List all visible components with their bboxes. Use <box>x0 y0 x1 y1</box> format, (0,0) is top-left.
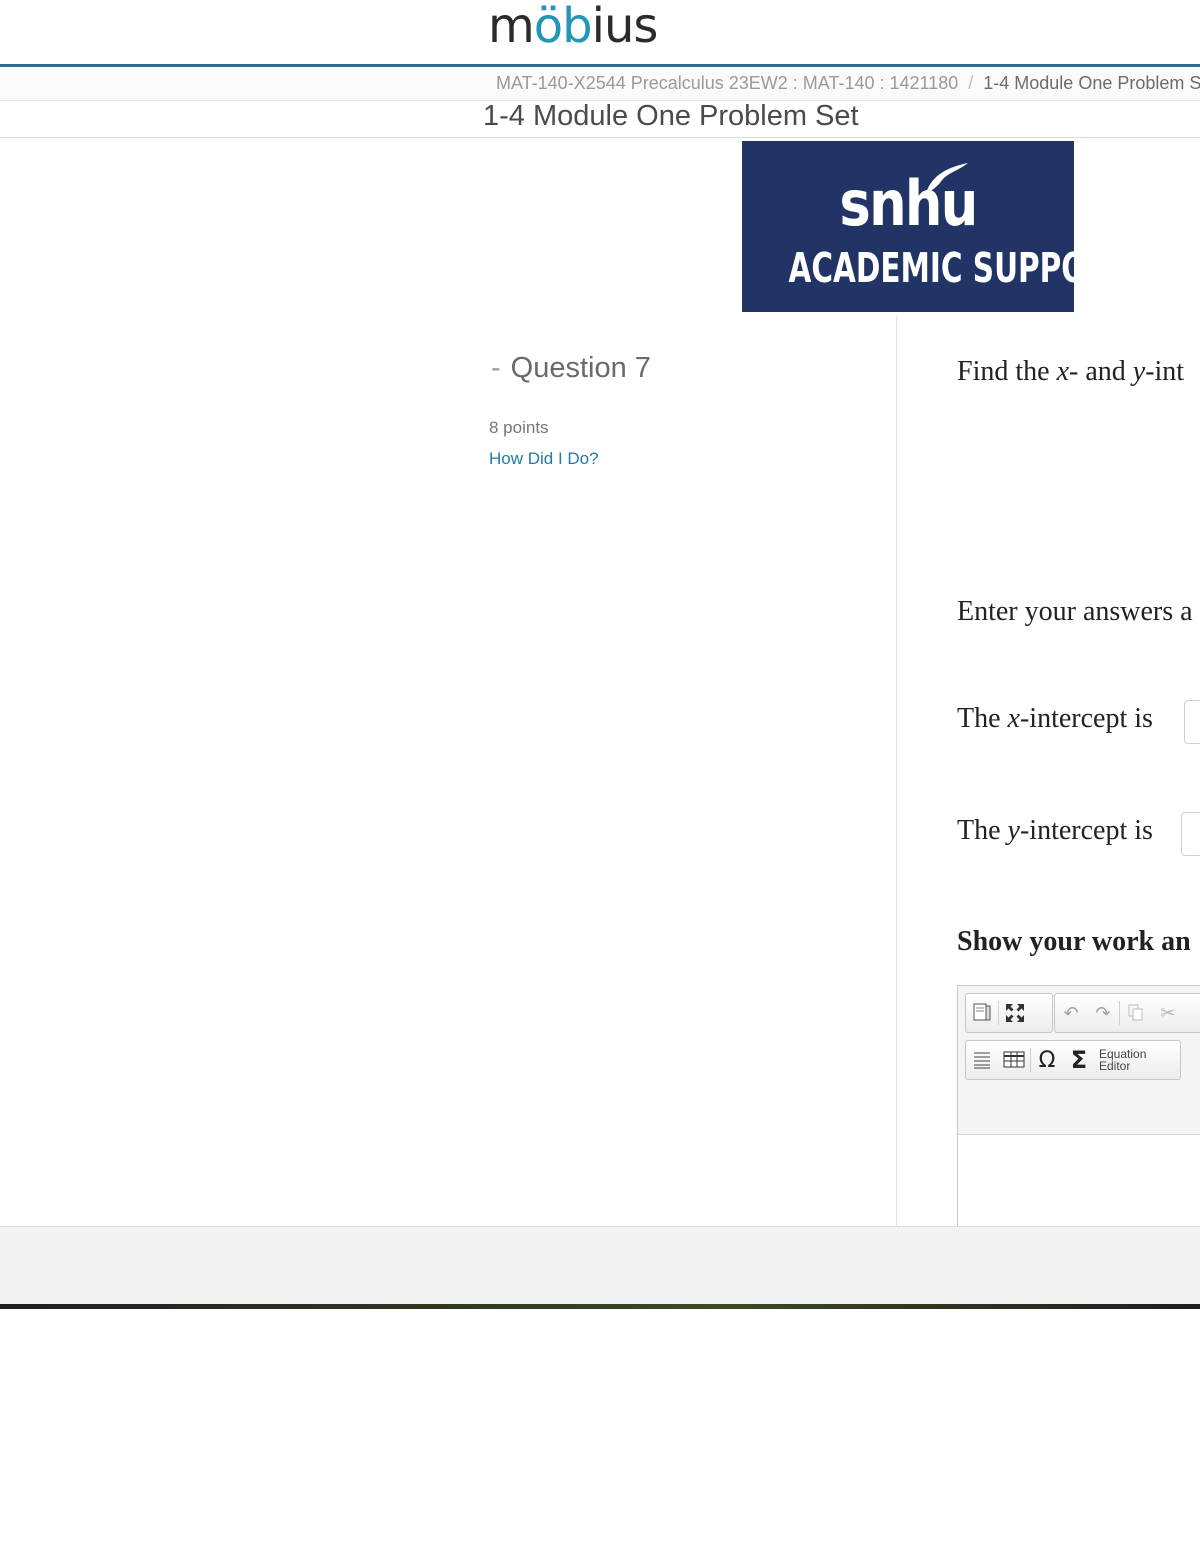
academic-support-label: ACADEMIC SUPPORT <box>788 244 1128 292</box>
maximize-icon[interactable] <box>999 997 1031 1029</box>
x-intercept-label: The x-intercept is <box>957 703 1153 734</box>
question-label: Question 7 <box>510 352 651 384</box>
breadcrumb-separator: / <box>968 73 974 93</box>
y-intercept-label: The y-intercept is <box>957 815 1153 846</box>
title-divider <box>0 137 1200 138</box>
justify-icon[interactable] <box>966 1044 998 1076</box>
cut-icon[interactable]: ✂ <box>1152 997 1184 1029</box>
snhu-wordmark: snhu <box>839 167 978 240</box>
snhu-academic-support-banner[interactable]: snhu ACADEMIC SUPPORT <box>742 141 1128 312</box>
points-value: 8 points <box>489 418 549 437</box>
leaf-icon <box>926 163 968 193</box>
question-prompt: Find the x- and y-int <box>957 356 1185 387</box>
toolbar-group-insert: Ω Σ Equation Editor <box>965 1040 1181 1080</box>
mobius-logo: möbius <box>488 0 658 54</box>
y-intercept-input[interactable] <box>1181 812 1200 856</box>
column-divider <box>896 316 897 1226</box>
show-work-label: Show your work an <box>957 926 1191 957</box>
source-icon[interactable] <box>966 997 998 1029</box>
sigma-icon[interactable]: Σ <box>1063 1044 1095 1076</box>
undo-icon[interactable]: ↶ <box>1055 997 1087 1029</box>
breadcrumb: MAT-140-X2544 Precalculus 23EW2 : MAT-14… <box>496 73 1200 94</box>
page-title: 1-4 Module One Problem Set <box>483 100 859 132</box>
toolbar-group-clipboard: ↶ ↷ ✂ <box>1054 993 1200 1033</box>
answer-instructions: Enter your answers a <box>957 596 1193 627</box>
breadcrumb-current: 1-4 Module One Problem Se <box>983 73 1200 93</box>
x-intercept-input[interactable] <box>1184 700 1200 744</box>
question-header[interactable]: - Question 7 <box>491 352 651 385</box>
redo-icon[interactable]: ↷ <box>1087 997 1119 1029</box>
table-icon[interactable] <box>998 1044 1030 1076</box>
equation-editor-button[interactable]: Equation Editor <box>1095 1048 1146 1072</box>
page-footer <box>0 1226 1200 1305</box>
collapse-icon[interactable]: - <box>491 352 501 384</box>
copy-icon[interactable] <box>1120 997 1152 1029</box>
editor-toolbar: ↶ ↷ ✂ Ω Σ Equation Editor <box>958 986 1200 1135</box>
omega-icon[interactable]: Ω <box>1031 1044 1063 1076</box>
window-bottom-edge <box>0 1304 1200 1309</box>
how-did-i-do-link[interactable]: How Did I Do? <box>489 449 599 469</box>
work-editor[interactable]: ↶ ↷ ✂ Ω Σ Equation Editor <box>957 985 1200 1232</box>
toolbar-group-document <box>965 993 1053 1033</box>
breadcrumb-course-link[interactable]: MAT-140-X2544 Precalculus 23EW2 : MAT-14… <box>496 73 958 93</box>
